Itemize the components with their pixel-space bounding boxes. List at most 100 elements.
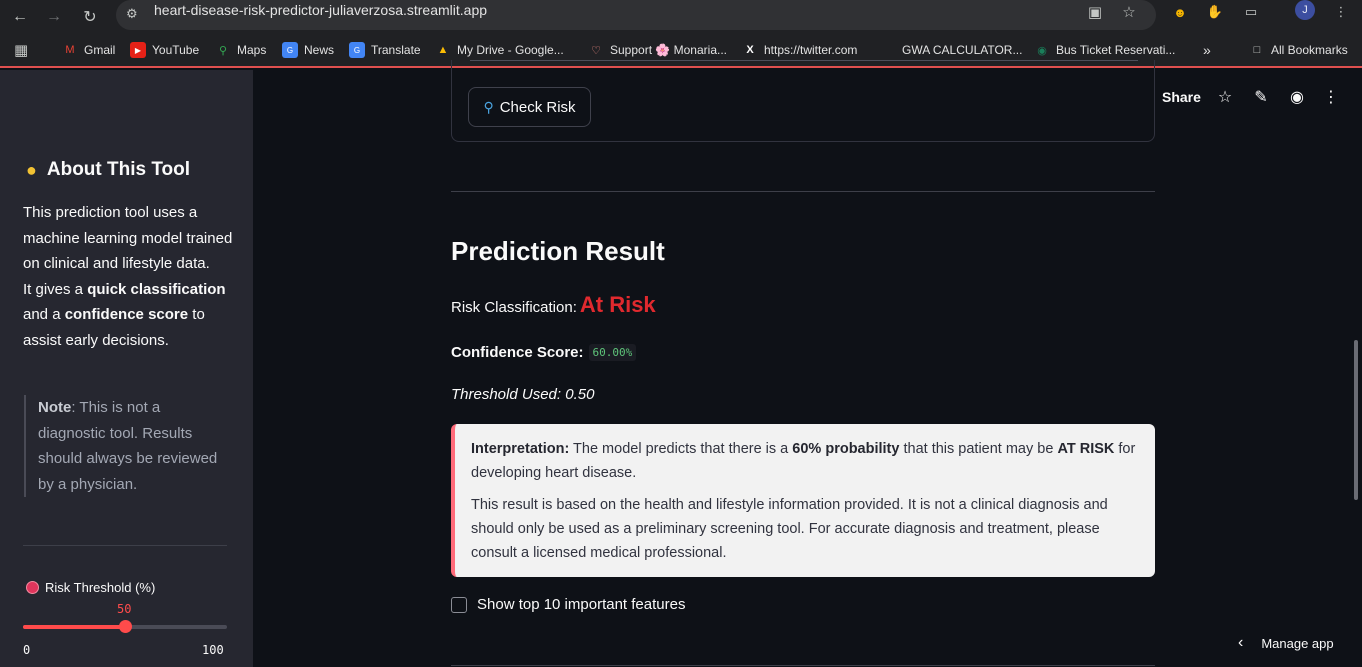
bookmark-news[interactable]: G News (282, 38, 334, 62)
sidebar-title: ● About This Tool (26, 159, 190, 181)
bookmark-label: News (304, 43, 335, 57)
maps-icon: ⚲ (218, 44, 228, 57)
sidebar-divider (23, 545, 227, 546)
browser-toolbar: ← → ↻ ⚙ heart-disease-risk-predictor-jul… (0, 0, 1362, 34)
risk-value: At Risk (579, 292, 656, 317)
bookmark-label: Gmail (84, 43, 116, 57)
bookmark-gwa[interactable]: GWA CALCULATOR... (880, 38, 1022, 62)
risk-label: Risk Classification: (451, 299, 577, 316)
gmail-icon: M (65, 44, 75, 56)
scrollbar[interactable] (1354, 340, 1358, 500)
site-info-icon[interactable]: ⚙ (126, 6, 138, 22)
chevron-left-icon: ‹ (1238, 634, 1244, 651)
folder-icon: □ (1253, 44, 1261, 56)
star-icon[interactable]: ☆ (1215, 87, 1235, 107)
sidebar-note: Note: This is not a diagnostic tool. Res… (24, 395, 229, 497)
bookmark-label: Support 🌸 Monaria... (610, 43, 727, 57)
drive-icon: ▲ (437, 44, 449, 56)
bookmark-support[interactable]: ♡ Support 🌸 Monaria... (588, 38, 727, 62)
description-bold: confidence score (64, 306, 189, 323)
back-arrow-icon[interactable]: ← (6, 3, 34, 31)
bus-icon: ◉ (1037, 44, 1047, 57)
main-menu-icon[interactable]: ⋮ (1321, 87, 1341, 107)
slider-fill (23, 625, 125, 629)
manage-app-button[interactable]: ‹ Manage app (1238, 634, 1334, 652)
check-risk-label: Check Risk (499, 98, 576, 116)
page-title: Prediction Result (451, 236, 665, 266)
description-text: It gives a (23, 280, 88, 298)
description-text: This prediction tool uses a machine lear… (23, 204, 233, 272)
threshold-label: Risk Threshold (%) (26, 580, 155, 595)
confidence-score: Confidence Score: 60.00% (451, 344, 637, 361)
manage-app-label: Manage app (1261, 635, 1334, 651)
check-risk-button[interactable]: ⚲ Check Risk (468, 87, 591, 127)
forward-arrow-icon[interactable]: → (40, 3, 68, 31)
threshold-current-value: 50 (117, 602, 132, 616)
bookmark-label: Bus Ticket Reservati... (1056, 43, 1176, 57)
share-button[interactable]: Share (1162, 89, 1201, 105)
address-bar[interactable]: ⚙ heart-disease-risk-predictor-juliaverz… (116, 0, 1156, 30)
bookmark-bus[interactable]: ◉ Bus Ticket Reservati... (1034, 38, 1175, 62)
show-features-label[interactable]: Show top 10 important features (477, 596, 685, 613)
show-features-checkbox[interactable] (451, 596, 467, 613)
lightbulb-icon: ● (26, 159, 37, 180)
interp-bold: 60% probability (792, 441, 900, 457)
sidebar-title-text: About This Tool (46, 159, 191, 180)
interp-label: Interpretation: (471, 441, 570, 457)
slider-max-label: 100 (202, 643, 224, 657)
reload-icon[interactable]: ↻ (76, 3, 104, 31)
bottom-divider (451, 665, 1155, 666)
bookmark-label: Translate (371, 43, 421, 57)
threshold-slider[interactable] (23, 620, 227, 633)
bookmark-translate[interactable]: G Translate (349, 38, 421, 62)
confidence-label: Confidence Score: (451, 344, 584, 361)
install-app-icon[interactable]: ▣ (1084, 3, 1106, 21)
section-divider (451, 191, 1155, 192)
sidebar: ● About This Tool This prediction tool u… (0, 70, 253, 667)
bookmark-maps[interactable]: ⚲ Maps (215, 38, 266, 62)
threshold-label-text: Risk Threshold (%) (45, 580, 156, 595)
description-bold: quick classification (87, 280, 226, 298)
translate-icon: G (349, 42, 365, 58)
note-label: Note (38, 399, 72, 416)
interpretation-box: Interpretation: The model predicts that … (451, 424, 1155, 577)
bookmark-label: My Drive - Google... (457, 43, 564, 57)
bookmark-twitter[interactable]: Xhttps://twitter.com (742, 38, 857, 62)
profile-avatar[interactable]: J (1295, 0, 1315, 20)
youtube-icon: ▶ (130, 42, 146, 58)
sidebar-description: This prediction tool uses a machine lear… (23, 200, 238, 353)
github-icon[interactable]: ◉ (1287, 87, 1307, 107)
extension-emoji-icon[interactable]: ☻ (1169, 1, 1191, 23)
news-icon: G (282, 42, 298, 58)
confidence-value: 60.00% (588, 344, 637, 361)
support-icon: ♡ (591, 44, 601, 57)
form-field-edge (470, 60, 1138, 61)
show-features-checkbox-row[interactable]: Show top 10 important features (451, 596, 685, 613)
input-form: ⚲ Check Risk (451, 60, 1155, 142)
blank-icon (880, 42, 896, 58)
bookmark-label: GWA CALCULATOR... (902, 43, 1023, 57)
extension-stop-icon[interactable]: ✋ (1204, 1, 1226, 23)
x-icon: X (746, 44, 754, 56)
all-bookmarks-label: All Bookmarks (1271, 43, 1348, 57)
interp-bold: AT RISK (1057, 441, 1115, 457)
apps-grid-icon[interactable]: ▦ (14, 38, 28, 62)
slider-thumb[interactable] (119, 620, 132, 633)
edit-pencil-icon[interactable]: ✎ (1251, 87, 1271, 107)
magnifier-icon: ⚲ (483, 98, 494, 115)
browser-menu-icon[interactable]: ⋮ (1330, 1, 1352, 23)
red-circle-icon (26, 581, 39, 594)
url-text[interactable]: heart-disease-risk-predictor-juliaverzos… (154, 2, 487, 18)
bookmark-gmail[interactable]: M Gmail (62, 38, 115, 62)
interp-text: The model predicts that there is a (569, 441, 793, 457)
disclaimer-paragraph: This result is based on the health and l… (471, 497, 1108, 561)
bookmarks-overflow-button[interactable]: » (1203, 38, 1211, 62)
threshold-used: Threshold Used: 0.50 (451, 386, 595, 403)
all-bookmarks[interactable]: □ All Bookmarks (1249, 38, 1348, 62)
bookmark-youtube[interactable]: ▶ YouTube (130, 38, 199, 62)
bookmark-drive[interactable]: ▲ My Drive - Google... (435, 38, 564, 62)
bookmark-star-icon[interactable]: ☆ (1118, 3, 1140, 21)
extensions-puzzle-icon[interactable]: ▭ (1240, 1, 1262, 23)
bookmark-label: YouTube (152, 43, 200, 57)
risk-classification: Risk Classification: At Risk (451, 292, 656, 318)
